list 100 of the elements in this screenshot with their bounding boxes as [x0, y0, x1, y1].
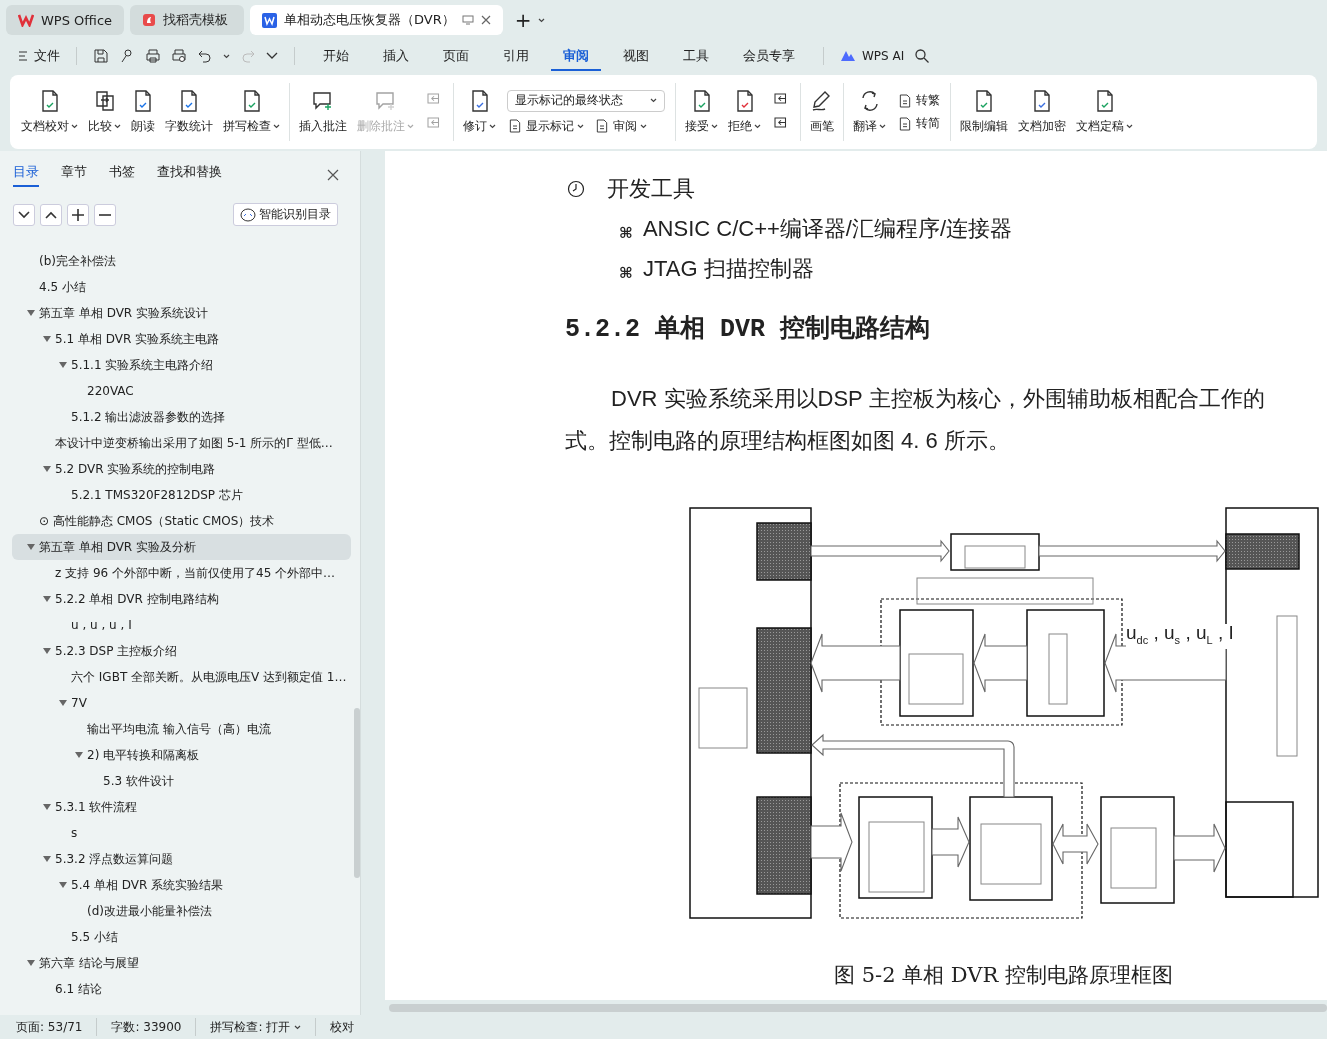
print-preview-icon[interactable] — [171, 48, 187, 64]
expanded-triangle-icon[interactable] — [27, 959, 35, 967]
toc-item[interactable]: 5.2 DVR 实验系统的控制电路 — [0, 456, 351, 482]
ribbon-button[interactable]: 审阅 — [594, 117, 647, 135]
ribbon-button[interactable]: 接受 — [682, 85, 721, 139]
toc-item[interactable]: 5.2.1 TMS320F2812DSP 芯片 — [0, 482, 351, 508]
expanded-triangle-icon[interactable] — [59, 699, 67, 707]
toc-item[interactable]: 5.2.3 DSP 主控板介绍 — [0, 638, 351, 664]
save-icon[interactable] — [93, 48, 109, 64]
toc-item[interactable]: 5.2.2 单相 DVR 控制电路结构 — [0, 586, 351, 612]
toc-item[interactable]: 六个 IGBT 全部关断。从电源电压V 达到额定值 1… — [0, 664, 351, 690]
ribbon-tab[interactable]: 会员专享 — [731, 41, 807, 71]
toc-item[interactable]: 5.1.1 实验系统主电路介绍 — [0, 352, 351, 378]
toc-item[interactable]: 6.1 结论 — [0, 976, 351, 1002]
expanded-triangle-icon[interactable] — [75, 751, 83, 759]
toc-item[interactable]: (d)改进最小能量补偿法 — [0, 898, 351, 924]
search-icon[interactable] — [914, 48, 931, 64]
toc-item[interactable]: 4.5 小结 — [0, 274, 351, 300]
expanded-triangle-icon[interactable] — [43, 803, 51, 811]
ribbon-tab[interactable]: 插入 — [371, 41, 421, 71]
panel-tab[interactable]: 书签 — [109, 163, 135, 187]
expanded-triangle-icon[interactable] — [59, 361, 67, 369]
ribbon-button[interactable]: 转繁 — [897, 92, 940, 109]
writer-icon — [262, 12, 278, 28]
toc-item[interactable]: u , u , u , I — [0, 612, 351, 638]
status-item[interactable]: 拼写检查: 打开 — [210, 1018, 302, 1036]
caret-icon — [754, 124, 761, 129]
ribbon-tab[interactable]: 工具 — [671, 41, 721, 71]
ribbon-button[interactable]: 修订 — [460, 85, 499, 139]
ribbon-button[interactable]: 文档定稿 — [1073, 85, 1136, 139]
ribbon-tab[interactable]: 开始 — [311, 41, 361, 71]
toc-item[interactable]: 7V — [0, 690, 351, 716]
toc-item[interactable]: ⊙ 高性能静态 CMOS（Static CMOS）技术 — [0, 508, 351, 534]
ribbon-button[interactable]: 插入批注 — [296, 85, 350, 139]
toc-item[interactable]: 第六章 结论与展望 — [0, 950, 351, 976]
toc-item[interactable]: 5.4 单相 DVR 系统实验结果 — [0, 872, 351, 898]
collapse-button[interactable] — [13, 203, 35, 226]
toc-item[interactable]: 5.3.1 软件流程 — [0, 794, 351, 820]
file-menu[interactable]: 文件 — [18, 47, 60, 65]
ribbon-tab[interactable]: 引用 — [491, 41, 541, 71]
ribbon-tab[interactable]: 页面 — [431, 41, 481, 71]
ribbon-button[interactable]: 字数统计 — [162, 85, 216, 139]
toc-item[interactable]: 第五章 单相 DVR 实验系统设计 — [0, 300, 351, 326]
ribbon-button[interactable]: 朗读 — [128, 85, 158, 139]
toc-item[interactable]: (b)完全补偿法 — [0, 248, 351, 274]
toc-item[interactable]: 5.1.2 输出滤波器参数的选择 — [0, 404, 351, 430]
expanded-triangle-icon[interactable] — [27, 309, 35, 317]
document-tab[interactable]: 单相动态电压恢复器（DVR） — [250, 5, 503, 35]
expanded-triangle-icon[interactable] — [43, 335, 51, 343]
ribbon-button[interactable]: 翻译 — [850, 85, 889, 139]
toc-item[interactable]: 2) 电平转换和隔离板 — [0, 742, 351, 768]
toc-item[interactable]: 5.3.2 浮点数运算问题 — [0, 846, 351, 872]
expanded-triangle-icon[interactable] — [43, 855, 51, 863]
expand-button[interactable] — [40, 203, 62, 226]
smart-toc-button[interactable]: 智能识别目录 — [233, 203, 338, 226]
ribbon-button[interactable]: 文档加密 — [1015, 85, 1069, 139]
ai-button[interactable]: WPS AI — [840, 49, 905, 63]
toc-item[interactable]: 本设计中逆变桥输出采用了如图 5-1 所示的Γ 型低… — [0, 430, 351, 456]
add-button[interactable] — [67, 203, 89, 226]
close-icon[interactable] — [327, 169, 339, 181]
print-icon[interactable] — [145, 48, 161, 64]
panel-tab[interactable]: 章节 — [61, 163, 87, 187]
expanded-triangle-icon[interactable] — [59, 881, 67, 889]
toc-item[interactable]: 输出平均电流 输入信号（高）电流 — [0, 716, 351, 742]
ribbon-button[interactable]: 比较 — [85, 85, 124, 139]
ribbon-button[interactable]: 转简 — [897, 115, 940, 132]
toc-item[interactable]: 5.1 单相 DVR 实验系统主电路 — [0, 326, 351, 352]
expanded-triangle-icon[interactable] — [43, 647, 51, 655]
status-item: 页面: 53/71 — [16, 1018, 83, 1036]
ribbon-button[interactable]: 拼写检查 — [220, 85, 283, 139]
ribbon-button[interactable]: 拒绝 — [725, 85, 764, 139]
new-tab-button[interactable]: + — [514, 8, 532, 32]
toc-item[interactable]: 220VAC — [0, 378, 351, 404]
expanded-triangle-icon[interactable] — [43, 595, 51, 603]
caret-icon — [223, 53, 230, 59]
toc-item[interactable]: 5.3 软件设计 — [0, 768, 351, 794]
toc-item[interactable]: 第五章 单相 DVR 实验及分析 — [12, 534, 351, 560]
toc-item[interactable]: z 支持 96 个外部中断，当前仅使用了45 个外部中… — [0, 560, 351, 586]
ribbon-button[interactable]: 画笔 — [807, 85, 837, 139]
expanded-triangle-icon[interactable] — [43, 465, 51, 473]
toc-item[interactable]: s — [0, 820, 351, 846]
ribbon-button[interactable]: 显示标记 — [507, 117, 584, 135]
close-icon[interactable] — [480, 15, 491, 25]
panel-tab[interactable]: 目录 — [13, 163, 39, 187]
ribbon-button[interactable]: 文档校对 — [18, 85, 81, 139]
panel-tab[interactable]: 查找和替换 — [157, 163, 222, 187]
markup-dropdown[interactable]: 显示标记的最终状态 — [507, 89, 665, 112]
menu-icon — [18, 51, 28, 61]
undo-icon[interactable] — [197, 48, 213, 64]
toc-item[interactable]: 5.5 小结 — [0, 924, 351, 950]
more-icon[interactable] — [266, 52, 278, 60]
ribbon-tab[interactable]: 审阅 — [551, 41, 601, 71]
ribbon-button[interactable]: 限制编辑 — [957, 85, 1011, 139]
ribbon-tab[interactable]: 视图 — [611, 41, 661, 71]
remove-button[interactable] — [94, 203, 116, 226]
scrollbar-thumb[interactable] — [354, 708, 360, 878]
expanded-triangle-icon[interactable] — [27, 543, 35, 551]
horizontal-scrollbar[interactable] — [389, 1004, 1327, 1012]
document-tab[interactable]: 找稻壳模板 — [130, 5, 245, 35]
document-tab[interactable]: WPS Office — [6, 5, 125, 35]
